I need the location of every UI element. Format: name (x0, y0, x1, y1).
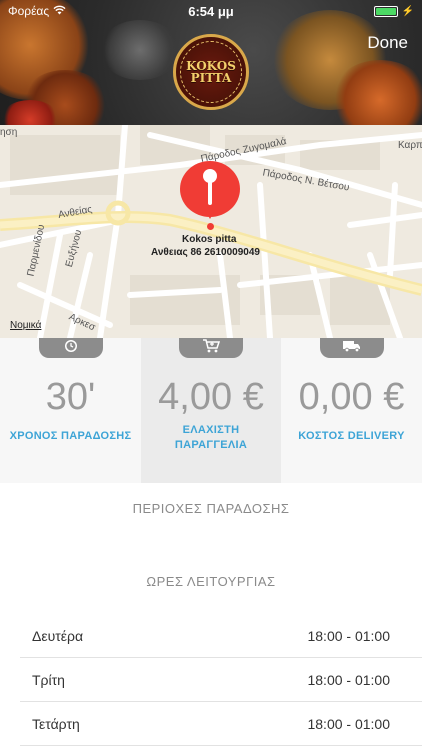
place-name: Kokos pitta (182, 234, 237, 245)
street-label: ηση (0, 127, 18, 138)
stat-label: ΕΛΑΧΙΣΤΗ ΠΑΡΑΓΓΕΛΙΑ (141, 423, 281, 453)
time-range: 18:00 - 01:00 (307, 715, 390, 732)
truck-icon (342, 339, 361, 357)
map-location-dot (207, 223, 214, 230)
clock-time: 6:54 μμ (188, 3, 234, 19)
location-map[interactable]: ηση Πάροδος Ζυγομαλά Πάροδος Ν. Βέτσου Α… (0, 125, 422, 338)
list-item: Τετάρτη 18:00 - 01:00 (20, 702, 422, 746)
stat-label-line: ΠΑΡΑΓΓΕΛΙΑ (174, 439, 248, 451)
day-label: Δευτέρα (32, 627, 84, 644)
opening-hours-list: Δευτέρα 18:00 - 01:00 Τρίτη 18:00 - 01:0… (20, 614, 422, 746)
stat-value: 0,00 € (298, 376, 405, 418)
battery-icon (373, 5, 398, 17)
stat-delivery-time: 30' ΧΡΟΝΟΣ ΠΑΡΑΔΟΣΗΣ (0, 338, 141, 483)
stat-tab (38, 338, 103, 358)
stat-delivery-cost: 0,00 € ΚΟΣΤΟΣ DELIVERY (281, 338, 422, 483)
stat-tab (319, 338, 384, 358)
stat-label-line: ΚΟΣΤΟΣ DELIVERY (298, 430, 405, 442)
logo-text-line2: PITTA (190, 71, 232, 85)
stat-label: ΧΡΟΝΟΣ ΠΑΡΑΔΟΣΗΣ (0, 429, 141, 444)
restaurant-logo: KOKOS PITTA (173, 34, 249, 110)
day-label: Τετάρτη (32, 715, 80, 732)
delivery-stats: 30' ΧΡΟΝΟΣ ΠΑΡΑΔΟΣΗΣ 4,00 € ΕΛΑΧΙΣΤΗ ΠΑΡ… (0, 338, 422, 483)
done-button[interactable]: Done (367, 33, 408, 53)
place-address: Ανθειας 86 2610009049 (151, 247, 260, 258)
opening-hours-title: ΩΡΕΣ ΛΕΙΤΟΥΡΓΙΑΣ (146, 574, 276, 589)
cart-icon (202, 338, 221, 358)
stat-label-line: ΧΡΟΝΟΣ ΠΑΡΑΔΟΣΗΣ (9, 430, 132, 442)
list-item: Δευτέρα 18:00 - 01:00 (20, 614, 422, 658)
time-range: 18:00 - 01:00 (307, 627, 390, 644)
stat-minimum-order: 4,00 € ΕΛΑΧΙΣΤΗ ΠΑΡΑΓΓΕΛΙΑ (141, 338, 281, 483)
legal-link[interactable]: Νομικά (10, 320, 41, 331)
status-bar: Φορέας 6:54 μμ ⚡ (0, 0, 422, 22)
stat-tab (179, 338, 243, 358)
street-label: Καρπ (398, 140, 422, 151)
delivery-areas-title[interactable]: ΠΕΡΙΟΧΕΣ ΠΑΡΑΔΟΣΗΣ (0, 501, 422, 516)
stat-label: ΚΟΣΤΟΣ DELIVERY (281, 429, 422, 444)
day-label: Τρίτη (32, 671, 65, 688)
stat-value: 4,00 € (158, 376, 264, 418)
time-range: 18:00 - 01:00 (307, 671, 390, 688)
clock-icon (64, 339, 78, 358)
list-item: Τρίτη 18:00 - 01:00 (20, 658, 422, 702)
stat-label-line: ΕΛΑΧΙΣΤΗ (182, 424, 240, 436)
stat-value: 30' (45, 376, 96, 418)
map-pin-icon[interactable] (180, 161, 240, 221)
header-banner: Φορέας 6:54 μμ ⚡ Done KOKOS PITTA (0, 0, 422, 125)
